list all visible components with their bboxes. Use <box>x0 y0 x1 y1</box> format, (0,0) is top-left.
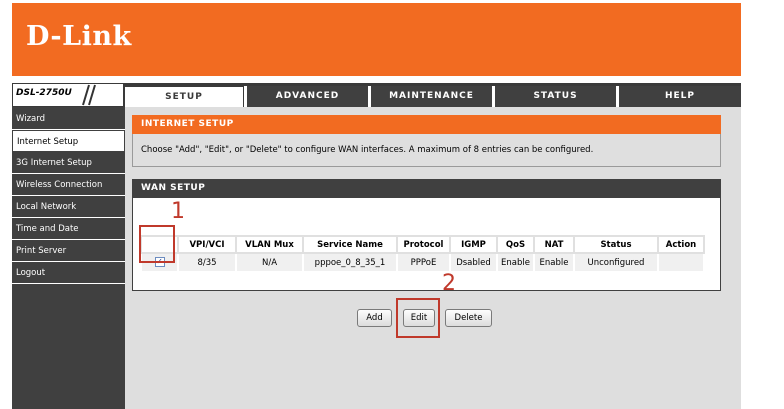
delete-button[interactable]: Delete <box>445 309 492 327</box>
table-row: ✓ 8/35 N/A pppoe_0_8_35_1 PPPoE Dsabled … <box>140 252 705 273</box>
cell-action <box>657 252 705 273</box>
wan-setup-body: VPI/VCI VLAN Mux Service Name Protocol I… <box>132 198 721 291</box>
tab-setup[interactable]: SETUP <box>124 86 244 108</box>
wan-table: VPI/VCI VLAN Mux Service Name Protocol I… <box>140 235 705 273</box>
tab-status[interactable]: STATUS <box>492 86 616 107</box>
annotation-number-2: 2 <box>442 271 456 296</box>
cell-protocol: PPPoE <box>396 252 451 273</box>
slash-decoration-icon <box>82 84 96 106</box>
tab-maintenance[interactable]: MAINTENANCE <box>368 86 492 107</box>
sidebar-item-wireless-connection[interactable]: Wireless Connection <box>12 174 125 196</box>
header-banner: D-Link <box>12 3 741 76</box>
tab-advanced[interactable]: ADVANCED <box>244 86 368 107</box>
dlink-logo: D-Link <box>26 21 132 52</box>
sidebar-item-time-and-date[interactable]: Time and Date <box>12 218 125 240</box>
sidebar-item-print-server[interactable]: Print Server <box>12 240 125 262</box>
wan-setup-panel: WAN SETUP VPI/VCI VLAN Mux Service Name … <box>132 179 721 291</box>
cell-vpi-vci: 8/35 <box>177 252 237 273</box>
sidebar-item-internet-setup[interactable]: Internet Setup <box>12 130 125 152</box>
column-header-qos: QoS <box>496 235 535 254</box>
cell-vlan-mux: N/A <box>235 252 304 273</box>
cell-nat: Enable <box>533 252 575 273</box>
sidebar-item-logout[interactable]: Logout <box>12 262 125 284</box>
column-header-action: Action <box>657 235 705 254</box>
main-content: INTERNET SETUP Choose "Add", "Edit", or … <box>125 107 741 409</box>
router-admin-page: D-Link DSL-2750U SETUP ADVANCED MAINTENA… <box>0 0 784 409</box>
internet-setup-body: Choose "Add", "Edit", or "Delete" to con… <box>132 134 721 167</box>
sidebar-item-3g-internet-setup[interactable]: 3G Internet Setup <box>12 152 125 174</box>
annotation-box-checkbox <box>139 225 175 263</box>
annotation-box-edit <box>396 298 440 338</box>
tab-help[interactable]: HELP <box>616 86 741 107</box>
sidebar: Wizard Internet Setup 3G Internet Setup … <box>12 107 125 409</box>
cell-qos: Enable <box>496 252 535 273</box>
annotation-number-1: 1 <box>171 199 185 224</box>
column-header-service-name: Service Name <box>302 235 398 254</box>
internet-setup-description: Choose "Add", "Edit", or "Delete" to con… <box>141 145 594 155</box>
model-badge: DSL-2750U <box>12 83 124 107</box>
column-header-protocol: Protocol <box>396 235 451 254</box>
internet-setup-panel: INTERNET SETUP Choose "Add", "Edit", or … <box>132 115 721 167</box>
table-header-row: VPI/VCI VLAN Mux Service Name Protocol I… <box>140 235 705 254</box>
cell-service-name: pppoe_0_8_35_1 <box>302 252 398 273</box>
model-label: DSL-2750U <box>16 88 72 98</box>
internet-setup-title: INTERNET SETUP <box>132 115 721 134</box>
column-header-status: Status <box>573 235 659 254</box>
cell-igmp: Dsabled <box>449 252 498 273</box>
column-header-vlan-mux: VLAN Mux <box>235 235 304 254</box>
sidebar-item-local-network[interactable]: Local Network <box>12 196 125 218</box>
sidebar-item-wizard[interactable]: Wizard <box>12 108 125 130</box>
cell-status: Unconfigured <box>573 252 659 273</box>
column-header-nat: NAT <box>533 235 575 254</box>
column-header-vpi-vci: VPI/VCI <box>177 235 237 254</box>
add-button[interactable]: Add <box>357 309 392 327</box>
wan-setup-title: WAN SETUP <box>132 179 721 198</box>
column-header-igmp: IGMP <box>449 235 498 254</box>
